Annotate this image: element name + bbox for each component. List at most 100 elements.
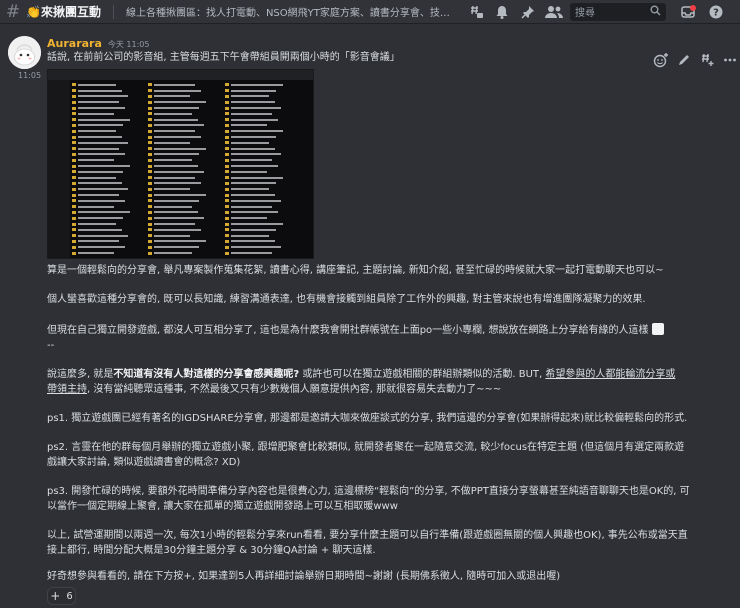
- message-paragraph: ps1. 獨立遊戲團已經有著名的IGDSHARE分享會, 那邊都是邀請大咖來做座…: [47, 413, 688, 424]
- folder-name: [231, 107, 281, 110]
- folder-row: [72, 250, 130, 256]
- folder-icon: [148, 210, 152, 214]
- members-icon[interactable]: [542, 1, 566, 23]
- folder-icon: [148, 123, 152, 127]
- folder-icon: [225, 234, 229, 238]
- add-reaction-icon[interactable]: [650, 49, 671, 71]
- folder-icon: [148, 147, 152, 151]
- folder-icon: [225, 239, 229, 243]
- folder-icon: [225, 164, 229, 168]
- folder-name: [154, 124, 204, 127]
- folder-name: [78, 252, 114, 254]
- more-icon[interactable]: [719, 49, 740, 71]
- folder-icon: [72, 176, 76, 180]
- channel-name[interactable]: 👏來揪團互動: [26, 3, 101, 20]
- explorer-titlebar: [48, 70, 313, 80]
- folder-name: [231, 141, 269, 144]
- folder-name: [154, 240, 206, 243]
- file-explorer-screenshot[interactable]: [47, 69, 314, 259]
- side-timestamp: 11:05: [18, 71, 42, 80]
- reaction-emoji: +: [50, 589, 61, 603]
- edit-icon[interactable]: [673, 49, 694, 71]
- folder-icon: [72, 100, 76, 104]
- folder-icon: [148, 176, 152, 180]
- folder-icon: [72, 152, 76, 156]
- folder-name: [154, 252, 192, 254]
- folder-name: [78, 147, 119, 150]
- folder-name: [231, 217, 267, 220]
- folder-icon: [225, 181, 229, 185]
- reaction-button[interactable]: + 6: [47, 587, 76, 605]
- pin-icon[interactable]: [516, 1, 540, 23]
- folder-icon: [148, 251, 152, 255]
- folder-icon: [72, 164, 76, 168]
- inbox-icon[interactable]: [676, 1, 700, 23]
- folder-icon: [148, 100, 152, 104]
- folder-name: [231, 234, 269, 237]
- folder-icon: [148, 141, 152, 145]
- thread-icon[interactable]: [696, 49, 717, 71]
- folder-name: [78, 205, 114, 208]
- folder-icon: [72, 135, 76, 139]
- folder-name: [154, 112, 192, 115]
- folder-name: [78, 107, 125, 110]
- folder-name: [231, 228, 276, 231]
- folder-name: [231, 83, 283, 86]
- folder-name: [78, 118, 130, 121]
- folder-name: [78, 136, 122, 139]
- folder-icon: [72, 129, 76, 133]
- folder-icon: [225, 112, 229, 116]
- folder-icon: [72, 89, 76, 93]
- folder-name: [78, 112, 114, 115]
- folder-name: [231, 205, 272, 208]
- folder-icon: [148, 89, 152, 93]
- folder-name: [154, 159, 192, 162]
- folder-icon: [72, 141, 76, 145]
- channel-topic[interactable]: 線上各種揪團區：找人打電動、NSO網飛YT家庭方案、讀書分享會、技能交換、甚至團…: [126, 4, 456, 19]
- folder-name: [154, 234, 190, 237]
- folder-icon: [225, 100, 229, 104]
- author-name[interactable]: Aurarara: [47, 37, 102, 50]
- folder-icon: [148, 164, 152, 168]
- folder-icon: [72, 234, 76, 238]
- folder-icon: [225, 187, 229, 191]
- folder-name: [154, 194, 206, 197]
- bell-icon[interactable]: [490, 1, 514, 23]
- folder-icon: [72, 118, 76, 122]
- folder-name: [231, 118, 278, 121]
- folder-name: [154, 130, 195, 133]
- folder-icon: [72, 187, 76, 191]
- search-input[interactable]: 搜尋: [569, 2, 666, 21]
- folder-name: [154, 141, 190, 144]
- underlined-text: 希望參與的人都能輪流分享或: [545, 369, 676, 380]
- folder-icon: [72, 205, 76, 209]
- folder-name: [78, 159, 114, 162]
- folder-name: [154, 199, 199, 202]
- folder-icon: [225, 251, 229, 255]
- folder-icon: [148, 94, 152, 98]
- avatar[interactable]: [8, 36, 41, 69]
- message-paragraph: 帶領主持, 沒有當純聽眾這種事, 不然最後又只有少數幾個人願意提供內容, 那就很…: [47, 383, 501, 397]
- bold-text: 不知道有沒有人對這樣的分享會感興趣呢?: [113, 369, 300, 380]
- threads-icon[interactable]: [464, 1, 488, 23]
- folder-name: [78, 228, 122, 231]
- message-timestamp[interactable]: 今天 11:05: [108, 39, 150, 50]
- folder-name: [78, 199, 125, 202]
- message-actions: [650, 49, 740, 73]
- folder-icon: [148, 181, 152, 185]
- help-icon[interactable]: ?: [704, 1, 728, 23]
- folder-name: [154, 188, 190, 191]
- folder-name: [78, 246, 125, 249]
- folder-column: [148, 82, 206, 256]
- folder-name: [231, 170, 267, 173]
- folder-icon: [225, 106, 229, 110]
- folder-icon: [72, 83, 76, 87]
- message-paragraph: 但現在自己獨立開發遊戲, 都沒人可互相分享了, 這也是為什麼我會開社群帳號在上面…: [47, 323, 664, 338]
- folder-name: [231, 182, 276, 185]
- folder-icon: [225, 205, 229, 209]
- folder-name: [231, 176, 283, 179]
- folder-name: [231, 136, 276, 139]
- folder-icon: [225, 135, 229, 139]
- folder-name: [154, 228, 201, 231]
- folder-icon: [148, 118, 152, 122]
